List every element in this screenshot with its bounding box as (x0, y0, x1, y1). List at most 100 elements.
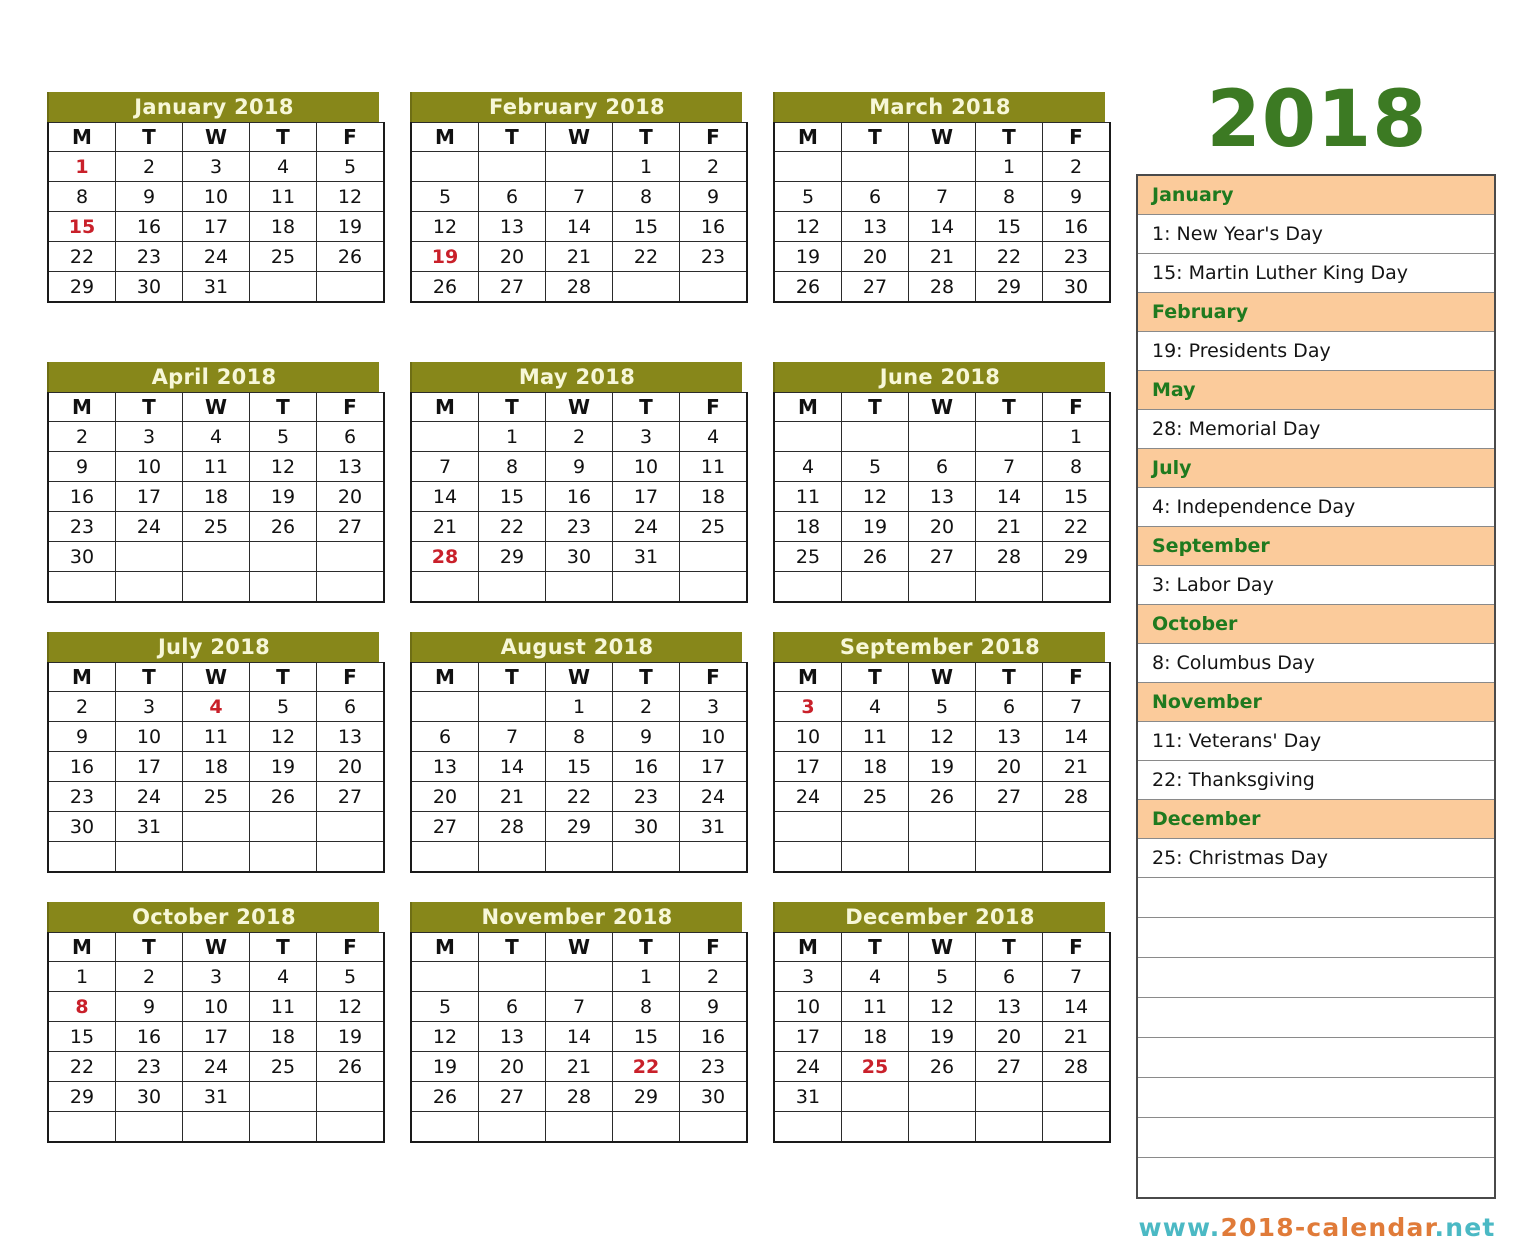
day-cell[interactable]: 6 (478, 991, 546, 1022)
day-cell[interactable]: 22 (612, 241, 680, 272)
day-cell[interactable]: 26 (249, 511, 317, 542)
day-cell[interactable]: 31 (182, 271, 250, 303)
day-cell[interactable]: 4 (182, 421, 250, 452)
day-cell[interactable]: 2 (115, 151, 183, 182)
day-cell[interactable]: 12 (908, 721, 976, 752)
day-cell[interactable]: 3 (773, 961, 842, 992)
day-cell[interactable]: 19 (316, 211, 385, 242)
day-cell[interactable]: 12 (316, 991, 385, 1022)
day-cell[interactable]: 29 (1042, 541, 1111, 572)
day-cell[interactable]: 23 (115, 1051, 183, 1082)
day-cell[interactable]: 10 (612, 451, 680, 482)
holiday-blank-row[interactable] (1136, 1037, 1496, 1078)
day-cell[interactable]: 23 (47, 781, 116, 812)
day-cell[interactable]: 22 (478, 511, 546, 542)
day-cell[interactable]: 15 (478, 481, 546, 512)
day-cell[interactable]: 23 (679, 1051, 748, 1082)
day-cell[interactable]: 15 (612, 1021, 680, 1052)
day-cell[interactable]: 14 (908, 211, 976, 242)
day-cell[interactable]: 8 (47, 181, 116, 212)
day-cell[interactable]: 23 (679, 241, 748, 272)
day-cell[interactable]: 9 (679, 181, 748, 212)
day-cell[interactable]: 1 (1042, 421, 1111, 452)
day-cell[interactable]: 19 (841, 511, 909, 542)
holiday-blank-row[interactable] (1136, 917, 1496, 958)
holiday-blank-row[interactable] (1136, 877, 1496, 918)
day-cell[interactable]: 29 (47, 1081, 116, 1112)
day-cell[interactable]: 20 (478, 1051, 546, 1082)
day-cell[interactable]: 11 (182, 721, 250, 752)
day-cell[interactable]: 16 (679, 211, 748, 242)
day-cell[interactable]: 2 (1042, 151, 1111, 182)
day-cell[interactable]: 28 (908, 271, 976, 303)
day-cell[interactable]: 5 (908, 691, 976, 722)
day-cell[interactable]: 24 (773, 1051, 842, 1082)
day-cell[interactable]: 21 (545, 241, 613, 272)
day-cell[interactable]: 6 (316, 691, 385, 722)
day-cell[interactable]: 26 (908, 781, 976, 812)
day-cell[interactable]: 14 (1042, 991, 1111, 1022)
day-cell[interactable]: 13 (478, 211, 546, 242)
day-cell[interactable]: 28 (545, 271, 613, 303)
day-cell[interactable]: 17 (679, 751, 748, 782)
day-cell[interactable]: 30 (47, 541, 116, 572)
day-cell[interactable]: 30 (1042, 271, 1111, 303)
day-cell[interactable]: 18 (182, 481, 250, 512)
day-cell[interactable]: 22 (47, 241, 116, 272)
day-cell[interactable]: 6 (410, 721, 479, 752)
day-cell[interactable]: 4 (841, 691, 909, 722)
day-cell[interactable]: 21 (1042, 751, 1111, 782)
day-cell[interactable]: 23 (47, 511, 116, 542)
day-cell[interactable]: 8 (478, 451, 546, 482)
day-cell-holiday[interactable]: 4 (182, 691, 250, 722)
day-cell[interactable]: 30 (47, 811, 116, 842)
day-cell[interactable]: 3 (115, 421, 183, 452)
day-cell[interactable]: 28 (1042, 781, 1111, 812)
day-cell[interactable]: 28 (478, 811, 546, 842)
day-cell[interactable]: 25 (182, 781, 250, 812)
day-cell[interactable]: 14 (1042, 721, 1111, 752)
day-cell[interactable]: 27 (316, 511, 385, 542)
day-cell[interactable]: 12 (316, 181, 385, 212)
day-cell-holiday[interactable]: 15 (47, 211, 116, 242)
day-cell[interactable]: 5 (316, 961, 385, 992)
day-cell[interactable]: 25 (773, 541, 842, 572)
day-cell[interactable]: 1 (612, 151, 680, 182)
day-cell[interactable]: 21 (545, 1051, 613, 1082)
day-cell[interactable]: 29 (47, 271, 116, 303)
day-cell[interactable]: 7 (478, 721, 546, 752)
day-cell[interactable]: 8 (1042, 451, 1111, 482)
day-cell[interactable]: 19 (249, 751, 317, 782)
day-cell[interactable]: 1 (612, 961, 680, 992)
day-cell[interactable]: 12 (773, 211, 842, 242)
day-cell[interactable]: 14 (545, 1021, 613, 1052)
day-cell[interactable]: 3 (612, 421, 680, 452)
day-cell[interactable]: 17 (773, 1021, 842, 1052)
day-cell[interactable]: 10 (115, 721, 183, 752)
day-cell[interactable]: 4 (841, 961, 909, 992)
day-cell[interactable]: 12 (841, 481, 909, 512)
day-cell[interactable]: 29 (545, 811, 613, 842)
day-cell[interactable]: 24 (679, 781, 748, 812)
day-cell[interactable]: 14 (545, 211, 613, 242)
day-cell[interactable]: 9 (115, 991, 183, 1022)
day-cell[interactable]: 17 (773, 751, 842, 782)
day-cell[interactable]: 15 (1042, 481, 1111, 512)
day-cell[interactable]: 20 (975, 1021, 1043, 1052)
day-cell[interactable]: 28 (1042, 1051, 1111, 1082)
day-cell-holiday[interactable]: 25 (841, 1051, 909, 1082)
day-cell[interactable]: 6 (478, 181, 546, 212)
day-cell[interactable]: 17 (612, 481, 680, 512)
day-cell[interactable]: 23 (115, 241, 183, 272)
day-cell[interactable]: 12 (249, 451, 317, 482)
day-cell[interactable]: 18 (841, 751, 909, 782)
day-cell[interactable]: 31 (612, 541, 680, 572)
day-cell[interactable]: 1 (545, 691, 613, 722)
day-cell-holiday[interactable]: 8 (47, 991, 116, 1022)
day-cell[interactable]: 18 (249, 211, 317, 242)
day-cell[interactable]: 25 (182, 511, 250, 542)
day-cell[interactable]: 11 (182, 451, 250, 482)
day-cell[interactable]: 30 (612, 811, 680, 842)
day-cell[interactable]: 27 (841, 271, 909, 303)
day-cell[interactable]: 21 (908, 241, 976, 272)
